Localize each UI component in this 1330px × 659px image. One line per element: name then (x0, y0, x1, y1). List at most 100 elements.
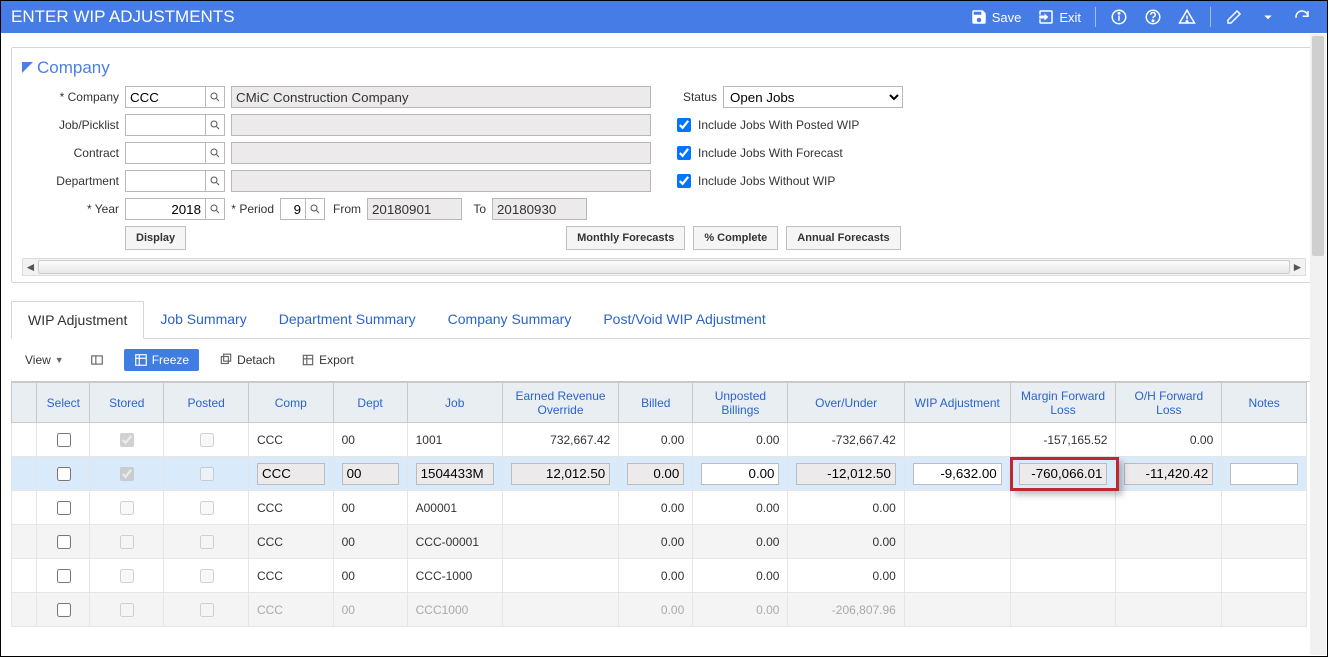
unposted-cell: 0.00 (693, 593, 788, 627)
col-stored[interactable]: Stored (90, 383, 164, 423)
company-panel-title[interactable]: Company (22, 58, 1306, 78)
tab-department-summary[interactable]: Department Summary (263, 301, 432, 338)
col-posted[interactable]: Posted (164, 383, 249, 423)
monthly-forecasts-button[interactable]: Monthly Forecasts (566, 226, 685, 250)
select-checkbox[interactable] (57, 569, 71, 583)
dept-cell: 00 (333, 593, 407, 627)
company-panel: Company Company Status Open Jobs Job/Pic… (11, 47, 1317, 283)
alert-button[interactable] (1172, 1, 1202, 33)
tab-company-summary[interactable]: Company Summary (432, 301, 588, 338)
dropdown-button[interactable] (1253, 1, 1283, 33)
posted-checkbox (200, 433, 214, 447)
col-ofl[interactable]: O/H Forward Loss (1116, 383, 1222, 423)
edit-button[interactable] (1219, 1, 1249, 33)
mfl-cell (1010, 593, 1116, 627)
annual-forecasts-button[interactable]: Annual Forecasts (786, 226, 900, 250)
mfl-cell: -157,165.52 (1010, 423, 1116, 457)
mfl-cell (1010, 559, 1116, 593)
panel-hscrollbar[interactable]: ◄ ► (22, 258, 1306, 276)
table-row[interactable]: CCC 00 1001 732,667.42 0.00 0.00 -732,66… (12, 423, 1307, 457)
wipadj-cell (904, 491, 1010, 525)
col-dept[interactable]: Dept (333, 383, 407, 423)
posted-checkbox (200, 501, 214, 515)
period-lov-button[interactable] (305, 198, 325, 220)
table-row[interactable]: CCC 00 CCC-00001 0.00 0.00 0.00 (12, 525, 1307, 559)
jobpicklist-lov-button[interactable] (205, 114, 225, 136)
save-button[interactable]: Save (964, 1, 1028, 33)
notes-cell (1222, 423, 1307, 457)
tab-job-summary[interactable]: Job Summary (144, 301, 262, 338)
col-unposted[interactable]: Unposted Billings (693, 383, 788, 423)
select-checkbox[interactable] (57, 535, 71, 549)
without-wip-checkbox[interactable] (677, 174, 691, 188)
comp-cell: CCC (248, 525, 333, 559)
from-label: From (325, 202, 367, 216)
jobpicklist-desc (231, 114, 651, 136)
posted-checkbox (200, 467, 214, 481)
contract-lov-button[interactable] (205, 142, 225, 164)
contract-label: Contract (22, 146, 125, 160)
col-notes[interactable]: Notes (1222, 383, 1307, 423)
col-job[interactable]: Job (407, 383, 502, 423)
to-input (492, 198, 587, 220)
col-billed[interactable]: Billed (619, 383, 693, 423)
period-input[interactable] (280, 198, 305, 220)
company-lov-button[interactable] (205, 86, 225, 108)
notes-cell (1222, 491, 1307, 525)
select-checkbox[interactable] (57, 603, 71, 617)
refresh-button[interactable] (1287, 1, 1317, 33)
col-comp[interactable]: Comp (248, 383, 333, 423)
department-input[interactable] (125, 170, 205, 192)
detach-button[interactable]: Detach (213, 349, 281, 371)
col-wipadj[interactable]: WIP Adjustment (904, 383, 1010, 423)
freeze-button[interactable]: Freeze (124, 349, 199, 371)
exit-button[interactable]: Exit (1031, 1, 1087, 33)
contract-input[interactable] (125, 142, 205, 164)
stored-checkbox (120, 535, 134, 549)
year-lov-button[interactable] (205, 198, 225, 220)
table-row[interactable]: CCC 00 CCC1000 0.00 0.00 -206,807.96 (12, 593, 1307, 627)
wipadj-cell[interactable] (913, 463, 1002, 485)
period-label: Period (225, 202, 280, 216)
unposted-cell: 0.00 (693, 559, 788, 593)
billed-cell: 0.00 (619, 491, 693, 525)
posted-wip-checkbox[interactable] (677, 118, 691, 132)
col-select[interactable]: Select (37, 383, 90, 423)
table-row[interactable]: CCC 00 A00001 0.00 0.00 0.00 (12, 491, 1307, 525)
status-select[interactable]: Open Jobs (723, 86, 903, 108)
comp-cell: CCC (248, 423, 333, 457)
export-button[interactable]: Export (295, 349, 360, 371)
comp-cell (257, 463, 325, 485)
tab-wip-adjustment[interactable]: WIP Adjustment (11, 301, 144, 339)
job-cell: A00001 (407, 491, 502, 525)
help-button[interactable] (1138, 1, 1168, 33)
select-checkbox[interactable] (57, 433, 71, 447)
stored-checkbox (120, 501, 134, 515)
company-code-input[interactable] (125, 86, 205, 108)
forecast-checkbox[interactable] (677, 146, 691, 160)
display-button[interactable]: Display (125, 226, 186, 250)
col-mfl[interactable]: Margin Forward Loss (1010, 383, 1116, 423)
year-input[interactable] (125, 198, 205, 220)
window-vscrollbar[interactable] (1310, 34, 1326, 655)
unposted-cell[interactable] (701, 463, 779, 485)
stored-checkbox (120, 467, 134, 481)
pct-complete-button[interactable]: % Complete (693, 226, 778, 250)
toggle-button[interactable] (84, 349, 110, 371)
tab-post-void[interactable]: Post/Void WIP Adjustment (587, 301, 781, 338)
wip-grid: Select Stored Posted Comp Dept Job Earne… (11, 381, 1317, 627)
billed-cell: 0.00 (619, 525, 693, 559)
col-ero[interactable]: Earned Revenue Override (502, 383, 618, 423)
table-row[interactable] (12, 457, 1307, 491)
notes-cell[interactable] (1230, 463, 1298, 485)
view-menu[interactable]: View▼ (19, 349, 70, 371)
jobpicklist-input[interactable] (125, 114, 205, 136)
info-button[interactable] (1104, 1, 1134, 33)
ero-cell (502, 491, 618, 525)
select-checkbox[interactable] (57, 501, 71, 515)
department-lov-button[interactable] (205, 170, 225, 192)
select-checkbox[interactable] (57, 467, 71, 481)
col-overunder[interactable]: Over/Under (788, 383, 904, 423)
alert-icon (1178, 8, 1196, 26)
table-row[interactable]: CCC 00 CCC-1000 0.00 0.00 0.00 (12, 559, 1307, 593)
